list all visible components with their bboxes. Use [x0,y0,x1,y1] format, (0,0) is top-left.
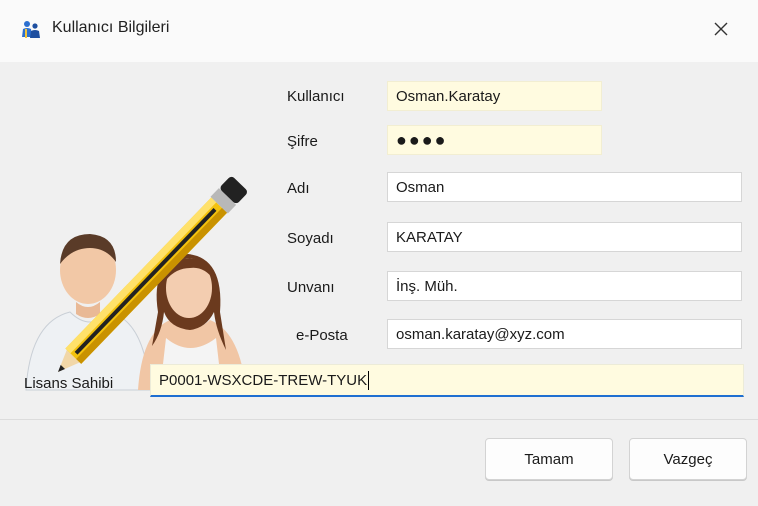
license-owner-field[interactable]: P0001-WSXCDE-TREW-TYUK [150,364,744,397]
email-field[interactable]: osman.karatay@xyz.com [387,319,742,349]
username-field[interactable]: Osman.Karatay [387,81,602,111]
license-owner-value: P0001-WSXCDE-TREW-TYUK [159,371,368,389]
first-name-label: Adı [287,180,310,197]
close-icon [713,21,729,41]
last-name-field[interactable]: KARATAY [387,222,742,252]
users-icon [20,19,42,41]
last-name-label: Soyadı [287,230,334,247]
user-info-dialog: Kullanıcı Bilgileri Kullanıcı Osman.Kara… [0,0,758,506]
title-bar: Kullanıcı Bilgileri [0,0,758,62]
first-name-field[interactable]: Osman [387,172,742,202]
email-label: e-Posta [296,327,348,344]
password-field[interactable]: ●●●● [387,125,602,155]
text-caret [368,370,370,390]
password-value: ●●●● [396,129,448,150]
dialog-body: Kullanıcı Osman.Karatay Şifre ●●●● Adı O… [0,62,758,506]
first-name-value: Osman [396,178,445,196]
username-label: Kullanıcı [287,88,345,105]
title-label: Unvanı [287,279,335,296]
title-field[interactable]: İnş. Müh. [387,271,742,301]
title-value: İnş. Müh. [396,277,458,295]
button-separator [0,419,758,420]
license-owner-label: Lisans Sahibi [24,375,114,392]
username-value: Osman.Karatay [396,87,501,105]
cancel-button[interactable]: Vazgeç [629,438,747,480]
close-button[interactable] [696,12,746,50]
window-title: Kullanıcı Bilgileri [52,19,170,36]
password-label: Şifre [287,133,318,150]
ok-button[interactable]: Tamam [485,438,613,480]
email-value: osman.karatay@xyz.com [396,325,565,343]
last-name-value: KARATAY [396,228,463,246]
user-edit-icon [20,162,260,397]
